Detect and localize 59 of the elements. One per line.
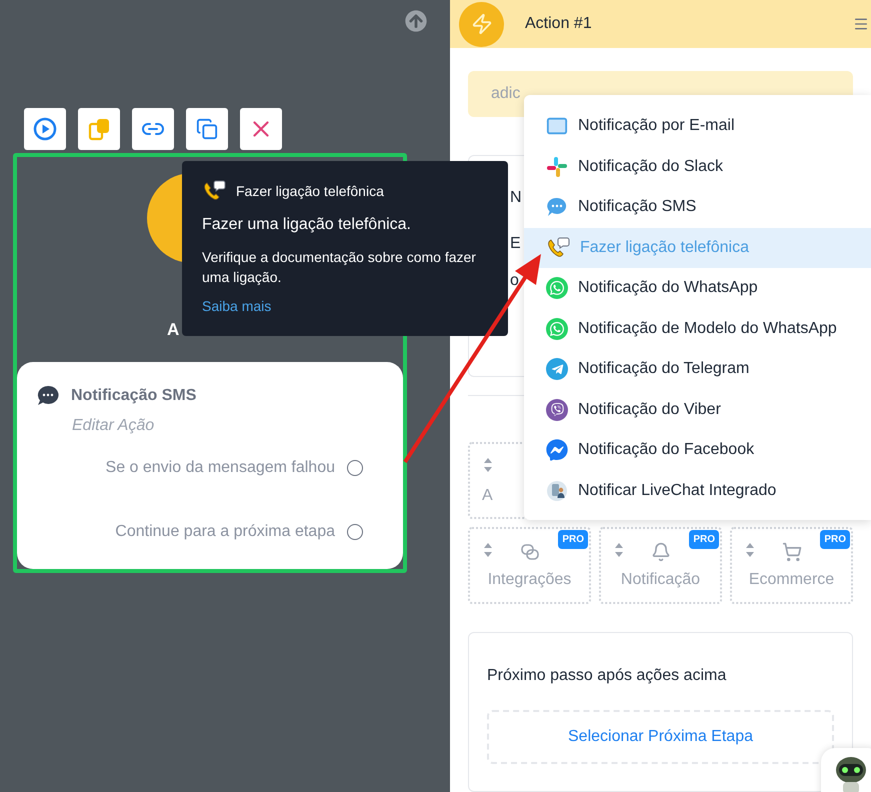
menu-item[interactable]: Notificação de Modelo do WhatsApp [524,308,871,349]
menu-icon[interactable] [853,16,869,32]
output-label: Continue para a próxima etapa [115,522,335,542]
hidden-text: o [510,271,519,291]
pro-badge: PRO [558,530,588,549]
chat-people-icon [546,480,568,502]
node-title: A [167,319,180,341]
sort-icon[interactable] [746,543,754,557]
menu-item[interactable]: Notificação SMS [524,187,871,228]
sort-icon[interactable] [484,458,492,472]
duplicate-icon [196,118,218,140]
card-title: Notificação SMS [71,386,196,406]
toolbar-button[interactable] [186,108,228,150]
tile-label: Notificação [620,570,700,590]
pro-badge: PRO [820,530,850,549]
toolbar-button[interactable] [240,108,282,150]
menu-item[interactable]: Notificação do Viber [524,390,871,430]
copy-icon [87,117,111,141]
bell-icon [650,542,670,562]
phone-chat-icon [546,236,570,260]
panel-title: Action #1 [525,14,592,34]
card-subtitle: Editar Ação [72,416,154,436]
sort-icon[interactable] [484,543,492,557]
whatsapp-icon [546,318,568,340]
hidden-text: N [510,188,522,208]
tile-label: Ecommerce [748,570,834,590]
phone-chat-icon [202,179,226,203]
cart-icon [782,542,802,562]
menu-item[interactable]: Notificação do Facebook [524,430,871,470]
upload-icon[interactable] [405,10,427,32]
telegram-icon [546,358,568,380]
output-port[interactable] [347,524,363,540]
slack-icon [546,156,568,178]
toolbar-button[interactable] [24,108,66,150]
menu-item[interactable]: Notificação do Slack [524,146,871,187]
menu-item[interactable]: Notificar LiveChat Integrado [524,470,871,511]
tile-label: Integrações [488,570,572,590]
action-card[interactable]: Notificação SMS Editar Ação Se o envio da mensagem falhou Continue para a próxima etapa [17,362,403,569]
linked-squares-icon [520,542,540,562]
whatsapp-icon [546,277,568,300]
select-placeholder: adic [491,84,520,104]
next-step-title: Próximo passo após ações acima [487,666,728,686]
toolbar-button[interactable] [132,108,174,150]
hidden-text: E [510,234,521,254]
viber-icon [546,398,568,421]
chat-bubble-icon [546,196,568,218]
tooltip-heading: Fazer ligação telefônica [236,182,384,201]
menu-item[interactable]: Notificação do Telegram [524,349,871,390]
learn-more-link[interactable]: Saiba mais [202,296,272,317]
menu-item[interactable]: Notificação do WhatsApp [524,268,871,308]
play-icon [33,117,57,141]
chat-bubble-icon [37,385,59,407]
sort-icon[interactable] [615,543,623,557]
output-port[interactable] [347,460,363,476]
messenger-icon [546,439,568,462]
bolt-icon [459,2,504,46]
pro-badge: PRO [689,530,719,549]
tile-label: A [482,486,493,506]
output-label: Se o envio da mensagem falhou [106,458,335,478]
